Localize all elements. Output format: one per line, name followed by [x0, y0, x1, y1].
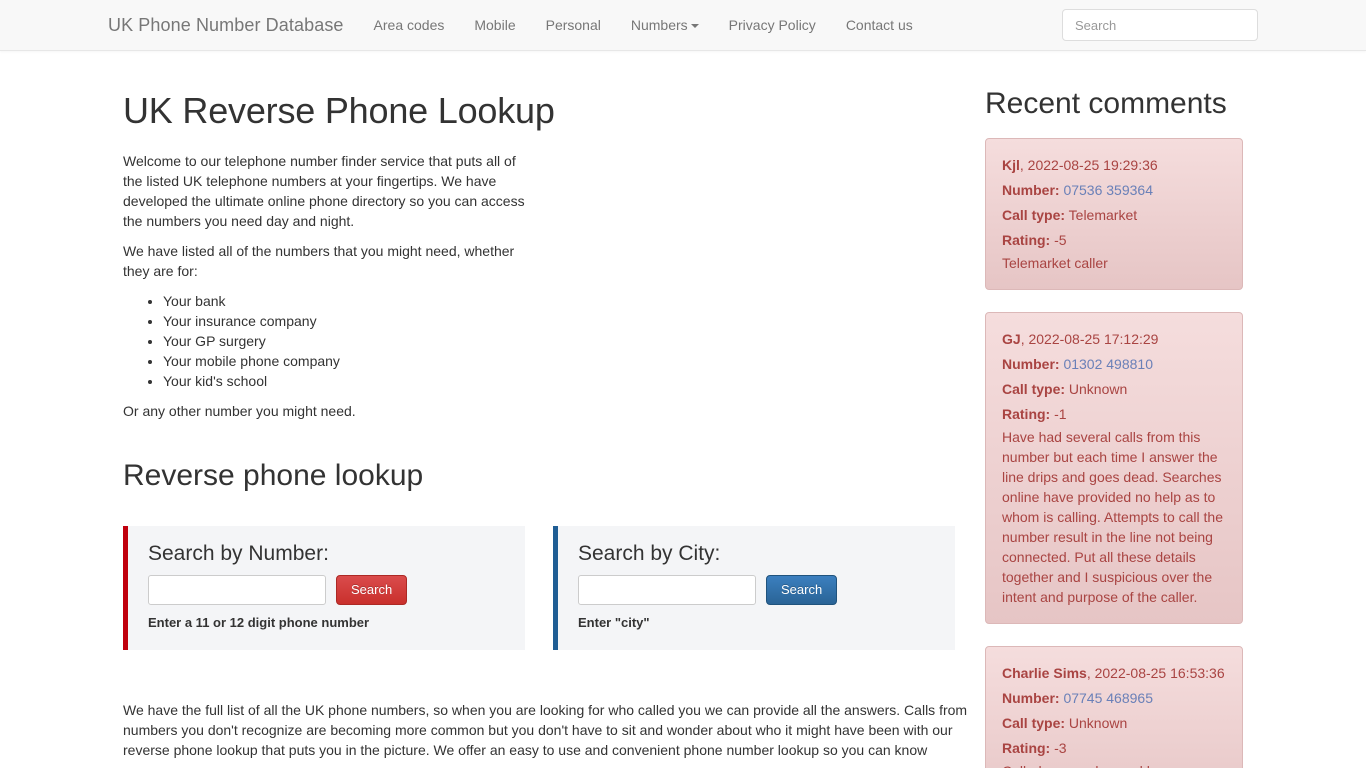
number-label: Number: — [1002, 356, 1060, 372]
nav-link-mobile[interactable]: Mobile — [459, 0, 530, 51]
city-input[interactable] — [578, 574, 756, 605]
main-content: UK Reverse Phone Lookup Welcome to our t… — [108, 71, 970, 760]
comment-card: Charlie Sims, 2022-08-25 16:53:36 Number… — [985, 646, 1243, 768]
comment-number-line: Number: 07536 359364 — [1002, 178, 1226, 203]
nav-label: Mobile — [474, 16, 516, 33]
comment-author-line: Charlie Sims, 2022-08-25 16:53:36 — [1002, 661, 1226, 686]
call-type-label: Call type: — [1002, 381, 1066, 397]
list-item: Your insurance company — [163, 311, 533, 331]
search-by-number-title: Search by Number: — [148, 541, 329, 565]
chevron-down-icon — [690, 23, 699, 28]
comment-date: , 2022-08-25 16:53:36 — [1086, 665, 1225, 681]
comment-rating-line: Rating: -5 — [1002, 228, 1226, 253]
comment-body: Called my number and hung up. Not — [1002, 761, 1226, 768]
comment-call-type: Unknown — [1068, 381, 1128, 397]
comment-author-line: GJ, 2022-08-25 17:12:29 — [1002, 327, 1226, 352]
comment-date: , 2022-08-25 19:29:36 — [1019, 157, 1158, 173]
number-label: Number: — [1002, 690, 1060, 706]
page-title: UK Reverse Phone Lookup — [123, 90, 555, 131]
comment-card: Kjl, 2022-08-25 19:29:36 Number: 07536 3… — [985, 138, 1243, 290]
rating-label: Rating: — [1002, 232, 1051, 248]
nav-label: Personal — [545, 16, 601, 33]
comment-author: Charlie Sims — [1002, 665, 1087, 681]
nav-label: Numbers — [630, 16, 688, 33]
comment-number-line: Number: 01302 498810 — [1002, 352, 1226, 377]
comment-body: Telemarket caller — [1002, 255, 1108, 271]
comment-author: Kjl — [1002, 157, 1020, 173]
nav-item-personal[interactable]: Personal — [531, 0, 616, 51]
comment-call-type: Unknown — [1068, 715, 1128, 731]
intro-paragraph-3: Or any other number you might need. — [123, 402, 356, 419]
nav-item-numbers[interactable]: Numbers — [616, 0, 714, 51]
phone-number-hint: Enter a 11 or 12 digit phone number — [148, 614, 370, 630]
comment-number-link[interactable]: 07536 359364 — [1063, 182, 1153, 198]
brand-link[interactable]: UK Phone Number Database — [108, 16, 359, 34]
comment-calltype-line: Call type: Unknown — [1002, 711, 1226, 736]
comment-author-line: Kjl, 2022-08-25 19:29:36 — [1002, 153, 1226, 178]
comment-rating: -1 — [1054, 406, 1067, 422]
phone-number-input[interactable] — [148, 574, 326, 605]
comment-rating-line: Rating: -3 — [1002, 736, 1226, 761]
comment-number-link[interactable]: 07745 468965 — [1063, 690, 1153, 706]
nav-label: Privacy Policy — [728, 16, 816, 33]
search-number-button[interactable]: Search — [336, 574, 408, 605]
search-by-city-title: Search by City: — [578, 541, 721, 565]
nav-item-privacy-policy[interactable]: Privacy Policy — [714, 0, 831, 51]
section-title-reverse-lookup: Reverse phone lookup — [123, 458, 424, 492]
nav-item-mobile[interactable]: Mobile — [459, 0, 530, 51]
call-type-label: Call type: — [1002, 715, 1066, 731]
number-label: Number: — [1002, 182, 1060, 198]
comment-date: , 2022-08-25 17:12:29 — [1020, 331, 1159, 347]
list-item: Your bank — [163, 291, 533, 311]
rating-label: Rating: — [1002, 740, 1051, 756]
nav-link-contact-us[interactable]: Contact us — [831, 0, 928, 51]
intro-paragraph-2: We have listed all of the numbers that y… — [123, 242, 515, 279]
comment-author: GJ — [1002, 331, 1021, 347]
list-item: Your GP surgery — [163, 331, 533, 351]
list-item: Your mobile phone company — [163, 351, 533, 371]
intro-paragraph-1: Welcome to our telephone number finder s… — [123, 152, 525, 229]
search-input[interactable] — [1062, 9, 1258, 41]
comment-rating-line: Rating: -1 — [1002, 402, 1226, 427]
comment-calltype-line: Call type: Unknown — [1002, 377, 1226, 402]
intro-block: Welcome to our telephone number finder s… — [123, 151, 533, 421]
comment-card: GJ, 2022-08-25 17:12:29 Number: 01302 49… — [985, 312, 1243, 624]
sidebar: Recent comments Kjl, 2022-08-25 19:29:36… — [970, 71, 1258, 768]
comment-calltype-line: Call type: Telemarket — [1002, 203, 1226, 228]
nav-search-container — [1062, 9, 1258, 41]
page-container: UK Reverse Phone Lookup Welcome to our t… — [108, 51, 1258, 768]
search-panels: Search by Number: Search Enter a 11 or 1… — [123, 525, 955, 650]
comment-rating: -5 — [1054, 232, 1067, 248]
comment-number-link[interactable]: 01302 498810 — [1063, 356, 1153, 372]
top-navbar: UK Phone Number Database Area codes Mobi… — [0, 0, 1366, 51]
main-nav: Area codes Mobile Personal Numbers Priva… — [359, 0, 928, 51]
nav-link-numbers[interactable]: Numbers — [616, 0, 714, 51]
search-city-button[interactable]: Search — [766, 574, 838, 605]
comment-rating: -3 — [1054, 740, 1067, 756]
recent-comments-title: Recent comments — [985, 87, 1227, 120]
bottom-paragraph: We have the full list of all the UK phon… — [123, 701, 968, 758]
call-type-label: Call type: — [1002, 207, 1066, 223]
list-item: Your kid's school — [163, 371, 533, 391]
nav-link-privacy-policy[interactable]: Privacy Policy — [714, 0, 831, 51]
nav-label: Contact us — [845, 16, 913, 33]
bottom-text-block: We have the full list of all the UK phon… — [123, 700, 971, 760]
comment-body: Have had several calls from this number … — [1002, 429, 1223, 605]
comment-number-line: Number: 07745 468965 — [1002, 686, 1226, 711]
comment-call-type: Telemarket — [1068, 207, 1138, 223]
needs-list: Your bank Your insurance company Your GP… — [123, 291, 533, 391]
nav-label: Area codes — [373, 16, 445, 33]
city-hint: Enter "city" — [578, 614, 650, 630]
nav-item-area-codes[interactable]: Area codes — [359, 0, 460, 51]
search-by-number-panel: Search by Number: Search Enter a 11 or 1… — [123, 525, 525, 650]
search-by-city-panel: Search by City: Search Enter "city" — [553, 525, 955, 650]
nav-link-personal[interactable]: Personal — [531, 0, 616, 51]
nav-item-contact-us[interactable]: Contact us — [831, 0, 928, 51]
nav-link-area-codes[interactable]: Area codes — [359, 0, 460, 51]
rating-label: Rating: — [1002, 406, 1051, 422]
